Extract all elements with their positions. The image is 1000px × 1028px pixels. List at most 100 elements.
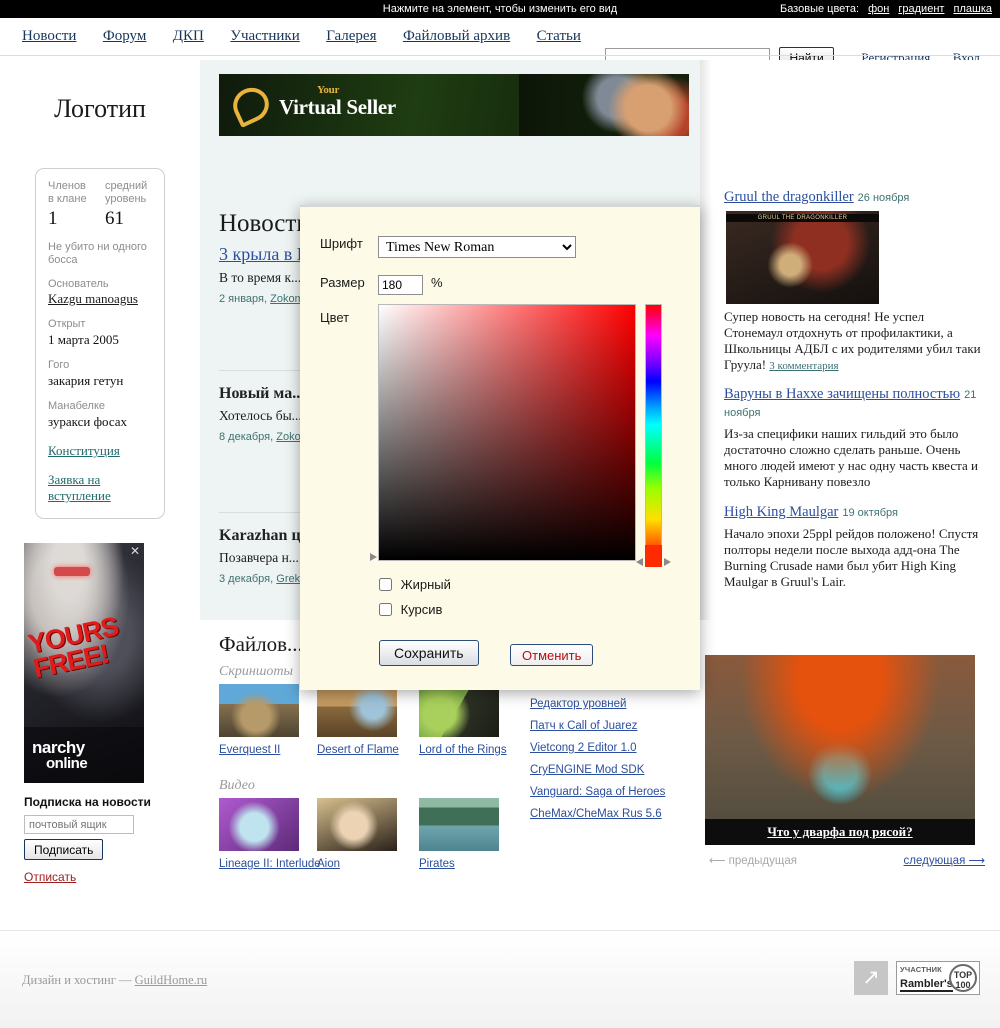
bold-label: Жирный [401, 577, 451, 592]
right-news-thumbnail[interactable]: GRUUL THE DRAGONKILLER [726, 211, 879, 304]
clan-gogo: Гого закария гетун [48, 359, 152, 389]
thumb-image[interactable] [219, 684, 299, 737]
base-colors-label: Базовые цвета: [780, 3, 859, 15]
thumb-image[interactable] [419, 798, 499, 851]
site-logo[interactable]: Логотип [0, 94, 200, 124]
gallery-image[interactable]: Что у дварфа под рясой? [705, 655, 975, 845]
nav-links: Новости Форум ДКП Участники Галерея Файл… [22, 27, 603, 45]
right-news-item: Gruul the dragonkiller26 ноября GRUUL TH… [724, 188, 982, 374]
clan-members-label-line2: в клане [48, 193, 95, 206]
nav-item-gallery[interactable]: Галерея [326, 28, 376, 44]
clan-level-label-line1: средний [105, 180, 152, 193]
thumb-label[interactable]: Lineage II: Interlude [219, 857, 321, 871]
hue-marker-left-icon [636, 558, 643, 566]
file-links-list: CheMax/CheMax Rus 5.6 Редактор уровней П… [530, 675, 690, 829]
base-color-gradient-link[interactable]: градиент [898, 3, 944, 15]
news-heading-text: Новости [219, 210, 310, 237]
thumb-image[interactable] [219, 798, 299, 851]
nav-item-file-archive[interactable]: Файловый архив [403, 28, 510, 44]
nav-item-forum[interactable]: Форум [103, 28, 146, 44]
clan-bosses-text: Не убито ни одного босса [48, 241, 152, 267]
right-news-title[interactable]: Варуны в Наххе зачищены полностью [724, 386, 960, 402]
save-button[interactable]: Сохранить [379, 640, 479, 666]
clan-constitution-link[interactable]: Конституция [48, 443, 152, 459]
file-archive-heading: Файлов... [219, 632, 303, 657]
right-news-title[interactable]: High King Maulgar [724, 504, 838, 520]
base-color-background-link[interactable]: фон [868, 3, 889, 15]
right-news-body: Супер новость на сегодня! Не успел Стоне… [724, 309, 982, 374]
clan-founder: Основатель Kazgu manoagus [48, 278, 152, 307]
ad-visor-detail [54, 567, 90, 576]
subscribe-email-input[interactable] [24, 815, 134, 834]
nav-item-articles[interactable]: Статьи [537, 28, 581, 44]
nav-item-members[interactable]: Участники [230, 28, 299, 44]
gallery-next-button[interactable]: следующая ⟶ [904, 853, 985, 867]
banner-swirl-icon [228, 82, 275, 128]
gallery-prev-button[interactable]: ⟵ предыдущая [709, 853, 797, 867]
base-colors-group: Базовые цвета: фон градиент плашка [780, 0, 992, 18]
news-item-author[interactable]: Grek [276, 573, 300, 585]
thumb-label[interactable]: Everquest II [219, 743, 299, 757]
clan-level-stat: средний уровень 61 [105, 180, 152, 230]
clan-application-link[interactable]: Заявка на вступление [48, 472, 152, 504]
thumb-label[interactable]: Desert of Flame [317, 743, 399, 757]
gallery-widget: Что у дварфа под рясой? ⟵ предыдущая сле… [705, 655, 985, 869]
font-editor-dialog: Шрифт Times New Roman Размер % Цвет Жирн… [300, 205, 700, 690]
file-link[interactable]: Vietcong 2 Editor 1.0 [530, 741, 690, 755]
thumb-image[interactable] [419, 684, 499, 737]
italic-checkbox-row[interactable]: Курсив [379, 602, 442, 617]
nav-item-news[interactable]: Новости [22, 28, 76, 44]
file-link[interactable]: Редактор уровней [530, 697, 690, 711]
hue-slider[interactable] [645, 304, 662, 561]
banner-your-text: Your [317, 86, 396, 95]
font-select[interactable]: Times New Roman [378, 236, 576, 258]
news-item-author[interactable]: Zokom [270, 293, 304, 305]
file-link[interactable]: CryENGINE Mod SDK [530, 763, 690, 777]
left-sidebar: Логотип Членов в клане 1 средний уровень… [0, 60, 200, 886]
clan-founder-link[interactable]: Kazgu manoagus [48, 291, 138, 306]
size-unit-label: % [431, 275, 443, 290]
badge-participant-text: УЧАСТНИК [900, 965, 942, 974]
bold-checkbox-row[interactable]: Жирный [379, 577, 451, 592]
thumb-label[interactable]: Aion [317, 857, 397, 871]
color-saturation-picker[interactable] [378, 304, 636, 561]
thumb-image[interactable] [317, 798, 397, 851]
rambler-top100-badge[interactable]: УЧАСТНИК Rambler's TOP 100 [896, 961, 980, 995]
thumb-label[interactable]: Lord of the Rings [419, 743, 507, 757]
footer-credit-link[interactable]: GuildHome.ru [135, 973, 208, 987]
file-link[interactable]: Vanguard: Saga of Heroes [530, 785, 690, 799]
file-link[interactable]: CheMax/CheMax Rus 5.6 [530, 807, 690, 821]
picker-marker-icon [370, 553, 377, 561]
advertisement-banner[interactable]: YOURS FREE! narchy online ✕ [24, 543, 144, 783]
virtual-seller-banner[interactable]: Your Virtual Seller [219, 74, 689, 136]
italic-checkbox[interactable] [379, 603, 392, 616]
unsubscribe-link[interactable]: Отписать [24, 870, 76, 884]
counter-arrow-icon[interactable]: ↗ [854, 961, 888, 995]
gallery-caption-link[interactable]: Что у дварфа под рясой? [767, 824, 912, 839]
right-news-title[interactable]: Gruul the dragonkiller [724, 189, 854, 205]
base-color-plate-link[interactable]: плашка [954, 3, 993, 15]
ad-brand-line2: online [32, 755, 87, 772]
subscribe-button[interactable]: Подписать [24, 839, 103, 860]
gallery-next-link[interactable]: следующая ⟶ [904, 855, 985, 867]
close-icon[interactable]: ✕ [130, 545, 140, 557]
font-label: Шрифт [320, 236, 363, 251]
thumb-label[interactable]: Pirates [419, 857, 499, 871]
nav-item-dkp[interactable]: ДКП [173, 28, 204, 44]
badge-rank: TOP 100 [949, 964, 977, 992]
video-thumb: Lineage II: Interlude [219, 798, 321, 871]
cancel-button[interactable]: Отменить [510, 644, 593, 666]
banner-dwarf-art [519, 74, 689, 136]
news-item-author[interactable]: Zoko [276, 431, 300, 443]
subscribe-heading: Подписка на новости [24, 795, 184, 809]
selected-color-swatch [645, 545, 662, 567]
file-link[interactable]: Патч к Call of Juarez [530, 719, 690, 733]
right-news-date: 19 октября [842, 507, 898, 519]
right-news-comments-link[interactable]: 3 комментария [769, 360, 838, 372]
banner-title: Your Virtual Seller [279, 86, 396, 120]
thumb-image[interactable] [317, 684, 397, 737]
clan-stats-row: Членов в клане 1 средний уровень 61 [48, 180, 152, 230]
size-input[interactable] [378, 275, 423, 295]
screenshot-thumb: Everquest II [219, 684, 299, 757]
bold-checkbox[interactable] [379, 578, 392, 591]
